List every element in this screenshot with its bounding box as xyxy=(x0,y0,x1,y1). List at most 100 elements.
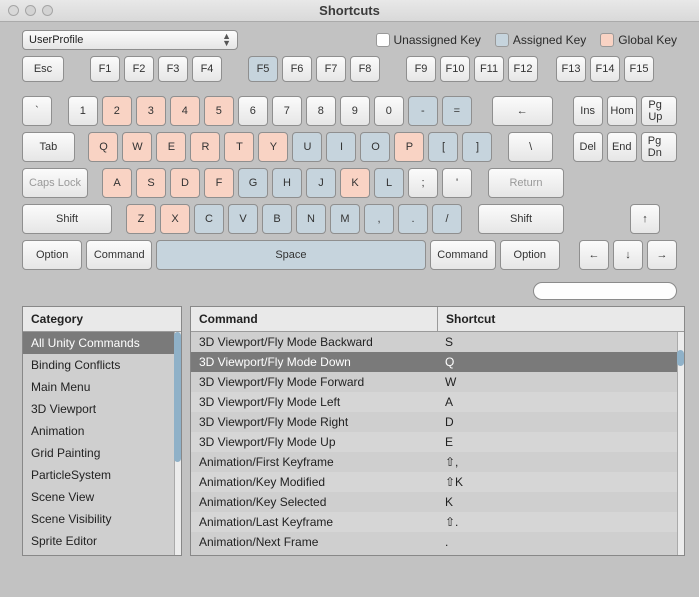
key--[interactable]: . xyxy=(398,204,428,234)
key-space[interactable]: Space xyxy=(156,240,426,270)
command-row[interactable]: Animation/Key Modified⇧K xyxy=(191,472,684,492)
category-item[interactable]: Sprite Editor xyxy=(23,530,181,552)
key-g[interactable]: G xyxy=(238,168,268,198)
key-pg-up[interactable]: Pg Up xyxy=(641,96,677,126)
profile-dropdown[interactable]: UserProfile ▲▼ xyxy=(22,30,238,50)
category-item[interactable]: ParticleSystem xyxy=(23,464,181,486)
key-caps-lock[interactable]: Caps Lock xyxy=(22,168,88,198)
key-f8[interactable]: F8 xyxy=(350,56,380,82)
key-w[interactable]: W xyxy=(122,132,152,162)
category-item[interactable]: Grid Painting xyxy=(23,442,181,464)
key--[interactable]: - xyxy=(408,96,438,126)
search-input[interactable] xyxy=(544,285,686,297)
command-row[interactable]: 3D Viewport/Fly Mode BackwardS xyxy=(191,332,684,352)
key-ins[interactable]: Ins xyxy=(573,96,603,126)
key-h[interactable]: H xyxy=(272,168,302,198)
key-del[interactable]: Del xyxy=(573,132,603,162)
key-f14[interactable]: F14 xyxy=(590,56,620,82)
key-hom[interactable]: Hom xyxy=(607,96,638,126)
scrollbar[interactable] xyxy=(677,332,684,555)
key-f1[interactable]: F1 xyxy=(90,56,120,82)
key-i[interactable]: I xyxy=(326,132,356,162)
key-x[interactable]: X xyxy=(160,204,190,234)
key-shift[interactable]: Shift xyxy=(22,204,112,234)
key-c[interactable]: C xyxy=(194,204,224,234)
key-f2[interactable]: F2 xyxy=(124,56,154,82)
key-b[interactable]: B xyxy=(262,204,292,234)
key-return[interactable]: Return xyxy=(488,168,564,198)
key--[interactable]: ] xyxy=(462,132,492,162)
key--[interactable]: ; xyxy=(408,168,438,198)
category-item[interactable]: Binding Conflicts xyxy=(23,354,181,376)
key-d[interactable]: D xyxy=(170,168,200,198)
key-z[interactable]: Z xyxy=(126,204,156,234)
key-p[interactable]: P xyxy=(394,132,424,162)
key-command[interactable]: Command xyxy=(86,240,152,270)
key--[interactable]: ' xyxy=(442,168,472,198)
key--[interactable]: [ xyxy=(428,132,458,162)
key-f6[interactable]: F6 xyxy=(282,56,312,82)
key-r[interactable]: R xyxy=(190,132,220,162)
key-5[interactable]: 5 xyxy=(204,96,234,126)
key-u[interactable]: U xyxy=(292,132,322,162)
scrollbar-thumb[interactable] xyxy=(174,332,181,462)
key-y[interactable]: Y xyxy=(258,132,288,162)
key-f11[interactable]: F11 xyxy=(474,56,504,82)
key-8[interactable]: 8 xyxy=(306,96,336,126)
key-a[interactable]: A xyxy=(102,168,132,198)
key-0[interactable]: 0 xyxy=(374,96,404,126)
key-shift[interactable]: Shift xyxy=(478,204,564,234)
category-item[interactable]: Main Menu xyxy=(23,376,181,398)
category-item[interactable]: Stage xyxy=(23,552,181,555)
key-esc[interactable]: Esc xyxy=(22,56,64,82)
category-item[interactable]: Scene View xyxy=(23,486,181,508)
key-3[interactable]: 3 xyxy=(136,96,166,126)
key-f[interactable]: F xyxy=(204,168,234,198)
category-item[interactable]: Scene Visibility xyxy=(23,508,181,530)
command-row[interactable]: 3D Viewport/Fly Mode RightD xyxy=(191,412,684,432)
key--[interactable]: ` xyxy=(22,96,52,126)
key-v[interactable]: V xyxy=(228,204,258,234)
key-f7[interactable]: F7 xyxy=(316,56,346,82)
key-tab[interactable]: Tab xyxy=(22,132,75,162)
key--[interactable]: ↑ xyxy=(630,204,660,234)
key-o[interactable]: O xyxy=(360,132,390,162)
key--[interactable]: → xyxy=(647,240,677,270)
key-command[interactable]: Command xyxy=(430,240,496,270)
category-item[interactable]: All Unity Commands xyxy=(23,332,181,354)
command-row[interactable]: 3D Viewport/Fly Mode DownQ xyxy=(191,352,684,372)
key-f4[interactable]: F4 xyxy=(192,56,222,82)
key-f15[interactable]: F15 xyxy=(624,56,654,82)
scrollbar[interactable] xyxy=(174,332,181,555)
search-field[interactable] xyxy=(533,282,677,300)
key-e[interactable]: E xyxy=(156,132,186,162)
key-j[interactable]: J xyxy=(306,168,336,198)
key-option[interactable]: Option xyxy=(22,240,82,270)
key-f13[interactable]: F13 xyxy=(556,56,586,82)
key-6[interactable]: 6 xyxy=(238,96,268,126)
key-f9[interactable]: F9 xyxy=(406,56,436,82)
key--[interactable]: = xyxy=(442,96,472,126)
key-f10[interactable]: F10 xyxy=(440,56,470,82)
category-item[interactable]: Animation xyxy=(23,420,181,442)
key-f12[interactable]: F12 xyxy=(508,56,538,82)
key-q[interactable]: Q xyxy=(88,132,118,162)
key--[interactable]: ← xyxy=(579,240,609,270)
key-n[interactable]: N xyxy=(296,204,326,234)
command-row[interactable]: Animation/Next Frame. xyxy=(191,532,684,552)
key-option[interactable]: Option xyxy=(500,240,560,270)
key-pg-dn[interactable]: Pg Dn xyxy=(641,132,677,162)
key-f5[interactable]: F5 xyxy=(248,56,278,82)
key--[interactable]: , xyxy=(364,204,394,234)
key-1[interactable]: 1 xyxy=(68,96,98,126)
command-row[interactable]: Animation/Last Keyframe⇧. xyxy=(191,512,684,532)
key-t[interactable]: T xyxy=(224,132,254,162)
key-7[interactable]: 7 xyxy=(272,96,302,126)
key-end[interactable]: End xyxy=(607,132,637,162)
key--[interactable]: \ xyxy=(508,132,553,162)
scrollbar-thumb[interactable] xyxy=(677,350,684,366)
key-f3[interactable]: F3 xyxy=(158,56,188,82)
key-4[interactable]: 4 xyxy=(170,96,200,126)
key--[interactable]: ← xyxy=(492,96,553,126)
key-s[interactable]: S xyxy=(136,168,166,198)
